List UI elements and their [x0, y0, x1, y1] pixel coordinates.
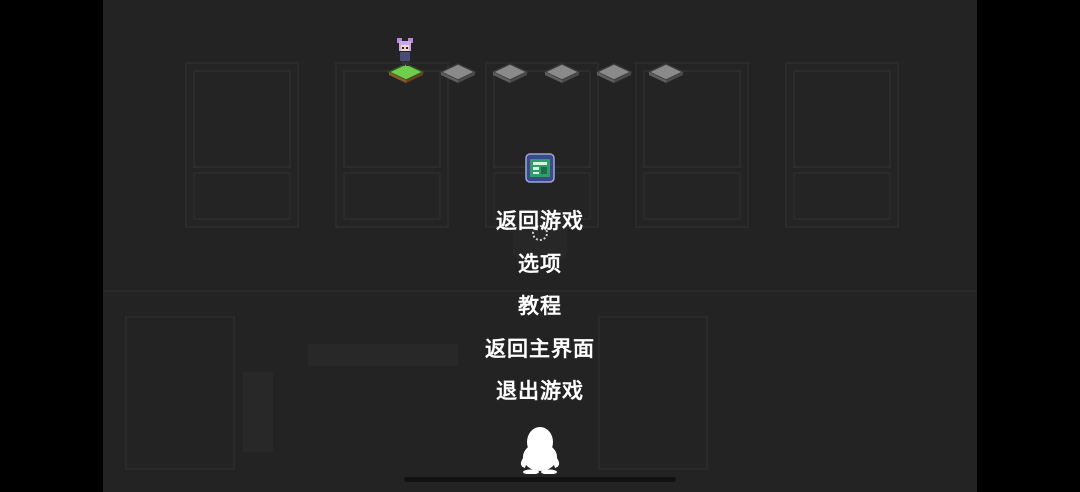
return-main-menu-button[interactable]: 返回主界面 [0, 333, 1080, 363]
stage-tile [647, 62, 685, 84]
bg-hero-card [185, 62, 299, 228]
bg-hero-card [785, 62, 899, 228]
home-indicator [404, 477, 676, 482]
resume-game-button[interactable]: 返回游戏 [0, 205, 1080, 235]
qq-penguin-icon[interactable] [519, 426, 561, 475]
tutorial-button[interactable]: 教程 [0, 290, 1080, 320]
player-character-icon [394, 38, 416, 68]
game-screen: 返回游戏 选项 教程 返回主界面 退出游戏 [0, 0, 1080, 492]
game-logo-icon [525, 153, 555, 183]
bg-hero-card [635, 62, 749, 228]
stage-tile [491, 62, 529, 84]
quit-game-button[interactable]: 退出游戏 [0, 375, 1080, 405]
stage-tile [543, 62, 581, 84]
stage-tile [595, 62, 633, 84]
stage-tile-current [387, 38, 425, 84]
stage-tile [439, 62, 477, 84]
bg-hero-card [335, 62, 449, 228]
bg-hero-card [485, 62, 599, 228]
options-button[interactable]: 选项 [0, 248, 1080, 278]
level-progress-track [387, 38, 685, 84]
